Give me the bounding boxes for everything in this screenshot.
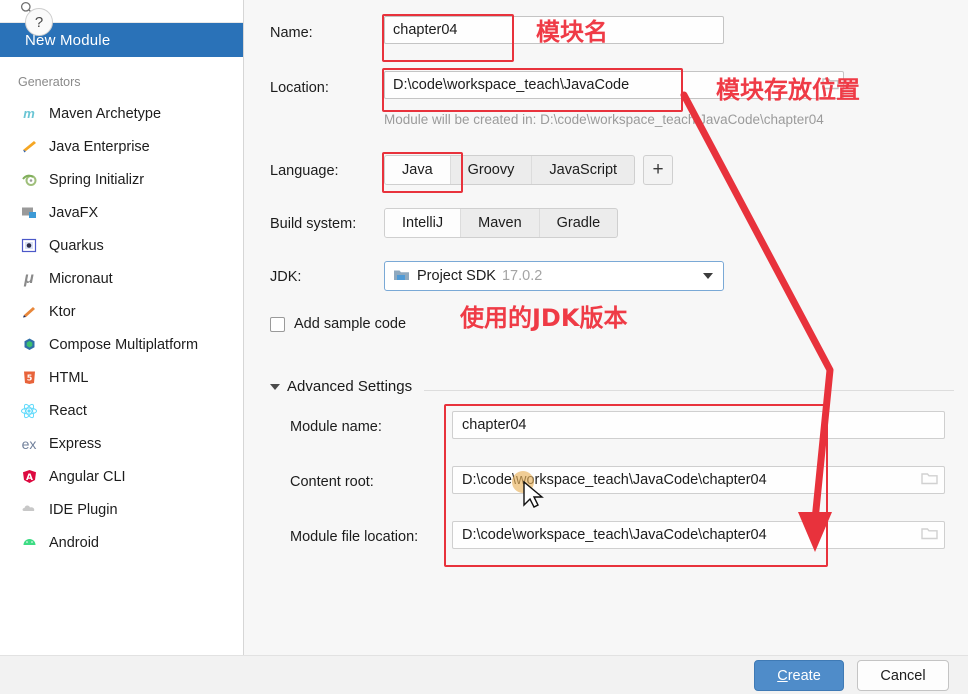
sidebar-item-android[interactable]: Android	[0, 526, 243, 559]
sidebar-item-react[interactable]: React	[0, 394, 243, 427]
sidebar-item-spring-initializr[interactable]: Spring Initializr	[0, 163, 243, 196]
express-icon: ex	[21, 435, 37, 452]
quarkus-icon	[18, 236, 40, 256]
location-hint: Module will be created in: D:\code\works…	[384, 112, 824, 127]
sidebar-item-label: Maven Archetype	[49, 105, 162, 122]
sidebar-item-label: IDE Plugin	[49, 501, 118, 518]
chevron-down-icon[interactable]	[703, 273, 713, 279]
sidebar-item-compose-multiplatform[interactable]: Compose Multiplatform	[0, 328, 243, 361]
language-label: Language:	[270, 163, 339, 179]
sidebar-item-label: Micronaut	[49, 270, 113, 287]
sidebar-item-label: HTML	[49, 369, 89, 386]
advanced-settings-divider	[424, 390, 954, 391]
jdk-version: 17.0.2	[501, 268, 543, 284]
help-button[interactable]: ?	[25, 8, 53, 36]
sidebar-item-label: React	[49, 402, 87, 419]
add-sample-code-label: Add sample code	[294, 316, 407, 332]
language-segmented-control: Java Groovy JavaScript	[384, 155, 636, 185]
javafx-icon	[18, 203, 40, 223]
sidebar-item-label: Java Enterprise	[49, 138, 150, 155]
build-system-option-intellij[interactable]: IntelliJ	[385, 209, 462, 237]
sidebar-item-quarkus[interactable]: Quarkus	[0, 229, 243, 262]
create-button-label: reate	[787, 667, 821, 684]
build-system-label: Build system:	[270, 216, 357, 232]
build-system-option-gradle[interactable]: Gradle	[540, 209, 618, 237]
sidebar-item-maven-archetype[interactable]: m Maven Archetype	[0, 97, 243, 130]
sidebar-item-label: Android	[49, 534, 99, 551]
sidebar-item-ktor[interactable]: Ktor	[0, 295, 243, 328]
sidebar-item-html[interactable]: 5 HTML	[0, 361, 243, 394]
language-option-java[interactable]: Java	[385, 156, 451, 184]
module-name-label: Module name:	[290, 419, 382, 435]
java-enterprise-icon	[18, 137, 40, 157]
compose-icon	[18, 335, 40, 355]
sidebar-item-label: Spring Initializr	[49, 171, 145, 188]
html-icon: 5	[18, 368, 40, 388]
micronaut-icon: μ	[24, 269, 34, 287]
location-label: Location:	[270, 80, 329, 96]
jdk-label: JDK:	[270, 269, 302, 285]
sidebar-item-label: JavaFX	[49, 204, 99, 221]
generators-group-label: Generators	[18, 75, 81, 89]
module-name-value: chapter04	[462, 417, 527, 433]
module-file-location-value: D:\code\workspace_teach\JavaCode\chapter…	[462, 527, 767, 543]
jdk-dropdown[interactable]: Project SDK 17.0.2	[384, 261, 724, 291]
generators-sidebar: New Module Generators m Maven Archetype …	[0, 0, 244, 655]
annotation-text-jdk: 使用的JDK版本	[460, 304, 628, 332]
sidebar-item-label: Angular CLI	[49, 468, 126, 485]
react-icon	[18, 401, 40, 421]
ide-plugin-icon	[18, 500, 40, 520]
annotation-text-location: 模块存放位置	[716, 76, 860, 104]
module-file-location-label: Module file location:	[290, 529, 419, 545]
language-selector: Java Groovy JavaScript +	[384, 155, 674, 185]
generators-list: m Maven Archetype Java Enterprise Spring…	[0, 95, 243, 559]
sidebar-item-angular-cli[interactable]: A Angular CLI	[0, 460, 243, 493]
add-language-button[interactable]: +	[643, 155, 674, 185]
add-sample-code-row[interactable]: Add sample code	[270, 316, 406, 332]
language-option-groovy[interactable]: Groovy	[451, 156, 533, 184]
new-module-dialog: New Module Generators m Maven Archetype …	[0, 0, 968, 694]
sidebar-item-javafx[interactable]: JavaFX	[0, 196, 243, 229]
sidebar-item-java-enterprise[interactable]: Java Enterprise	[0, 130, 243, 163]
jdk-value: Project SDK	[417, 268, 496, 284]
build-system-option-maven[interactable]: Maven	[461, 209, 540, 237]
module-name-input[interactable]: chapter04	[452, 411, 945, 439]
chevron-down-icon[interactable]	[270, 383, 280, 390]
create-button-mnemonic: C	[777, 667, 788, 684]
maven-icon: m	[23, 106, 35, 121]
browse-folder-icon[interactable]	[921, 471, 938, 489]
location-input-value: D:\code\workspace_teach\JavaCode	[393, 77, 630, 93]
build-system-segmented-control: IntelliJ Maven Gradle	[384, 208, 619, 238]
svg-text:A: A	[26, 473, 33, 483]
angular-icon: A	[18, 467, 40, 487]
spring-icon	[18, 170, 40, 190]
sidebar-item-label: Express	[49, 435, 102, 452]
cancel-button[interactable]: Cancel	[857, 660, 949, 691]
sidebar-item-label: Ktor	[49, 303, 76, 320]
sidebar-item-ide-plugin[interactable]: IDE Plugin	[0, 493, 243, 526]
android-icon	[18, 533, 40, 553]
ktor-icon	[18, 302, 40, 322]
content-root-label: Content root:	[290, 474, 374, 490]
sidebar-item-micronaut[interactable]: μ Micronaut	[0, 262, 243, 295]
advanced-settings-title: Advanced Settings	[287, 378, 413, 395]
name-label: Name:	[270, 25, 313, 41]
module-file-location-input[interactable]: D:\code\workspace_teach\JavaCode\chapter…	[452, 521, 945, 549]
add-sample-code-checkbox[interactable]	[270, 316, 285, 332]
content-root-input[interactable]: D:\code\workspace_teach\JavaCode\chapter…	[452, 466, 945, 494]
sidebar-item-label: Quarkus	[49, 237, 104, 254]
annotation-text-module-name: 模块名	[536, 18, 608, 46]
sidebar-item-label: Compose Multiplatform	[49, 336, 199, 353]
sdk-folder-icon	[393, 268, 410, 285]
browse-folder-icon[interactable]	[921, 526, 938, 544]
create-button[interactable]: Create	[754, 660, 844, 691]
name-input-value: chapter04	[393, 22, 458, 38]
advanced-settings-toggle[interactable]: Advanced Settings	[270, 378, 412, 395]
content-root-value: D:\code\workspace_teach\JavaCode\chapter…	[462, 472, 767, 488]
language-option-javascript[interactable]: JavaScript	[532, 156, 634, 184]
svg-text:5: 5	[26, 374, 32, 383]
sidebar-item-express[interactable]: ex Express	[0, 427, 243, 460]
